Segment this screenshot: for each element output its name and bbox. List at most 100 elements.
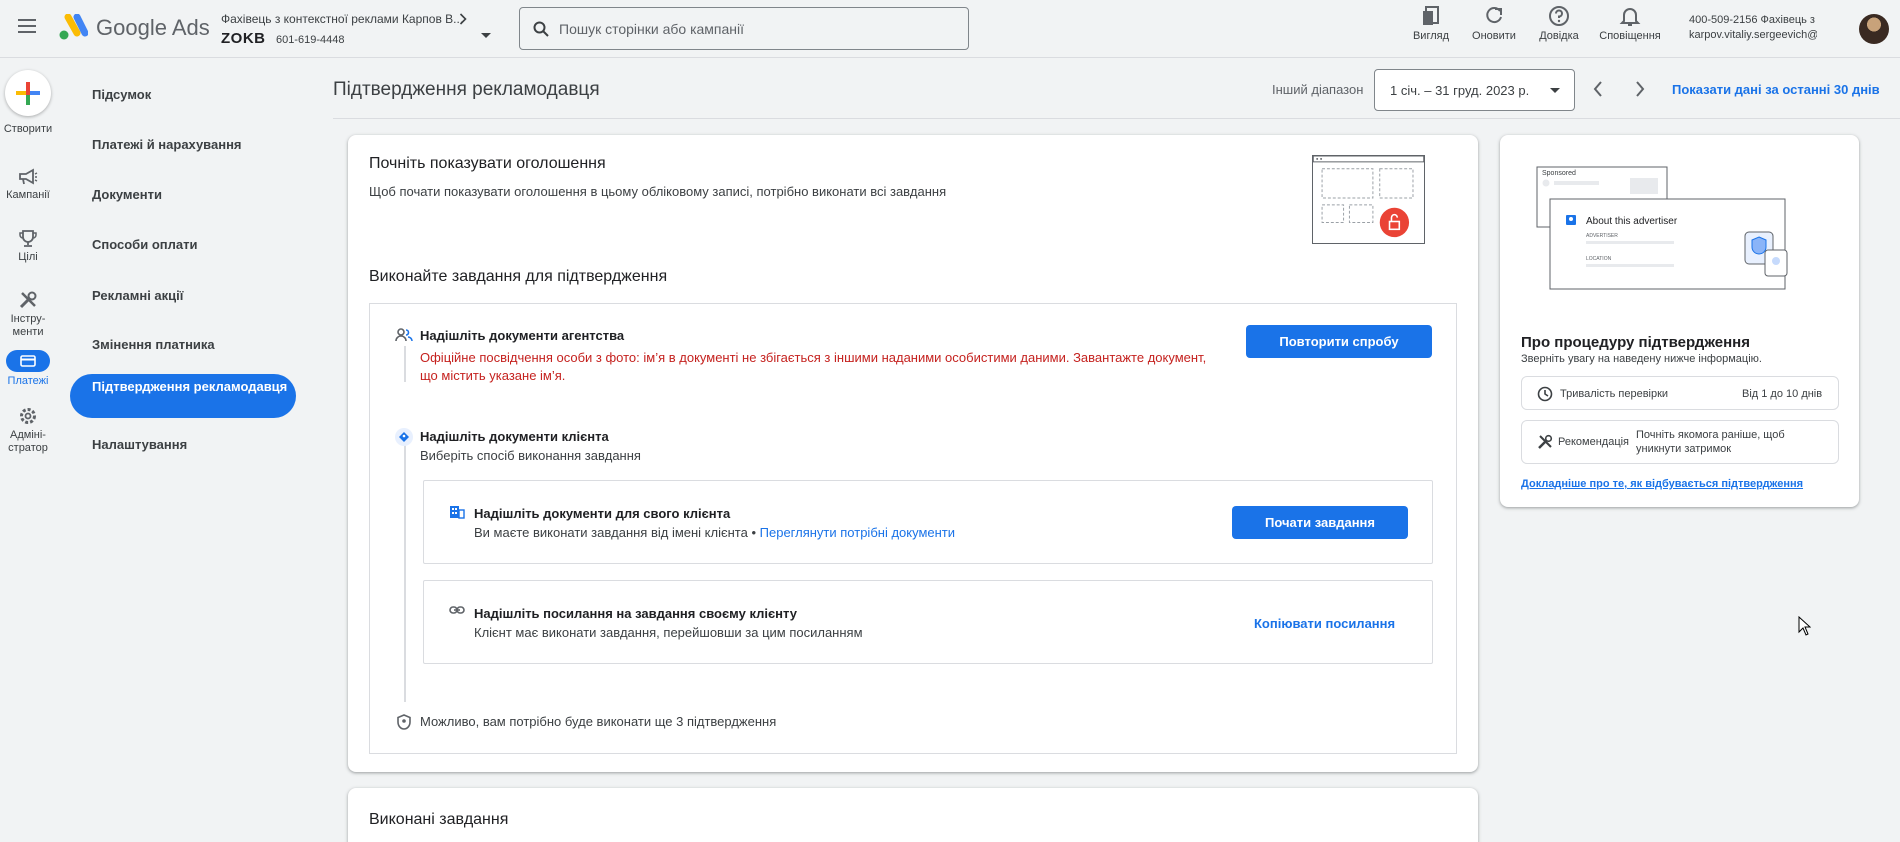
divider [333,118,1900,119]
user-email: karpov.vitaliy.sergeevich@gm... [1689,29,1817,41]
verification-card: Почніть показувати оголошення Щоб почати… [348,135,1478,772]
completed-tasks-card: Виконані завдання [348,788,1478,842]
option1-text: Ви маєте виконати завдання від імені клі… [474,525,955,540]
view-required-documents-link[interactable]: Переглянути потрібні документи [760,525,955,540]
task-agency-error-message: Офіційне посвідчення особи з фото: ім’я … [420,350,1207,383]
help-label: Довідка [1539,30,1579,42]
chevron-right-icon[interactable] [459,13,467,25]
agency-users-icon [395,328,413,342]
rail-item-goals[interactable]: Цілі [0,229,56,264]
about-verification-title: Про процедуру підтвердження [1521,334,1750,351]
subnav-item-settings[interactable]: Налаштування [70,436,296,454]
subnav-item-transactions[interactable]: Платежі й нарахування [70,136,296,154]
option-send-link-to-client: Надішліть посилання на завдання своєму к… [423,580,1433,664]
account-switcher[interactable]: Фахівець з контекстної реклами Карпов В.… [221,12,463,48]
search-icon [533,21,549,37]
google-ads-logo-icon [59,14,88,40]
billing-icon [20,355,36,367]
previous-period-icon[interactable] [1592,80,1604,98]
subnav-item-documents[interactable]: Документи [70,186,296,204]
option2-title: Надішліть посилання на завдання своєму к… [474,606,797,621]
create-button[interactable] [5,70,51,116]
building-icon [450,506,465,519]
option-send-client-documents: Надішліть документи для свого клієнта Ви… [423,480,1433,564]
account-code: ZOKB [221,30,266,47]
notifications-button[interactable]: Сповіщення [1597,5,1663,42]
trophy-icon [19,230,37,247]
rail-label-goals: Цілі [18,251,38,263]
info-row-recommendation: Рекомендація Почніть якомога раніше, щоб… [1521,420,1839,464]
learn-more-verification-link[interactable]: Докладніше про те, як відбувається підтв… [1521,478,1803,490]
date-range-label: Інший діапазон [1272,82,1364,97]
task-connector [404,444,406,702]
link-icon [449,606,465,614]
option2-text: Клієнт має виконати завдання, перейшовши… [474,625,863,640]
appearance-icon [1423,6,1439,25]
mouse-cursor-icon [1798,616,1811,636]
illus-advertiser-label: ADVERTISER [1586,233,1618,239]
copy-link-button[interactable]: Копіювати посилання [1254,616,1395,631]
appearance-label: Вигляд [1412,30,1450,42]
dropdown-caret-icon [1550,88,1560,93]
about-advertiser-illustration: Sponsored About this advertiser ADVERTIS… [1536,166,1788,290]
product-name: Google Ads [96,15,210,40]
bell-icon [1619,8,1641,26]
refresh-icon [1486,7,1502,24]
account-name: Фахівець з контекстної реклами Карпов В.… [221,12,464,26]
ads-locked-illustration [1312,155,1425,244]
illus-about-advertiser-text: About this advertiser [1586,216,1678,227]
page-title: Підтвердження рекламодавця [333,79,600,100]
user-account-info[interactable]: 400-509-2156 Фахівець з кон... karpov.vi… [1689,13,1817,43]
next-period-icon[interactable] [1634,80,1646,98]
tools-icon [1538,434,1553,449]
duration-value: Від 1 до 10 днів [1742,388,1823,400]
client-tag-icon [395,428,413,446]
recommendation-label: Рекомендація [1558,436,1630,448]
rail-label-campaigns: Кампанії [6,189,50,201]
billing-pill [6,350,50,372]
avatar[interactable] [1859,14,1889,44]
search-input[interactable] [559,20,949,37]
start-task-button[interactable]: Почати завдання [1232,506,1408,539]
appearance-button[interactable]: Вигляд [1398,5,1464,42]
tasks-list: Надішліть документи агентства Офіційне п… [369,303,1457,754]
additional-verifications-note: Можливо, вам потрібно буде виконати ще 3… [420,714,777,729]
retry-button[interactable]: Повторити спробу [1246,325,1432,358]
subnav-item-summary[interactable]: Підсумок [70,86,296,104]
date-range-value: 1 січ. – 31 груд. 2023 р. [1390,83,1530,98]
date-range-picker[interactable]: 1 січ. – 31 груд. 2023 р. [1374,69,1575,111]
rail-item-campaigns[interactable]: Кампанії [0,168,56,202]
subnav-item-promotions[interactable]: Рекламні акції [70,287,296,305]
task-connector [404,346,406,382]
google-ads-logo[interactable]: Google Ads [58,14,210,42]
subnav-item-payment-methods[interactable]: Способи оплати [70,236,296,254]
user-account-line: 400-509-2156 Фахівець з кон... [1689,14,1817,26]
rail-label-tools: Інстру-менти [10,313,46,338]
rail-label-admin: Адміні-стратор [8,429,48,454]
account-dropdown-icon[interactable] [481,33,491,38]
rail-label-billing: Платежі [7,375,49,387]
card-title: Почніть показувати оголошення [369,155,606,172]
top-bar: Google Ads Фахівець з контекстної реклам… [0,0,1900,58]
help-button[interactable]: Довідка [1526,5,1592,42]
clock-icon [1537,386,1553,402]
subnav-item-change-payer[interactable]: Змінення платника [70,336,296,354]
tools-icon [19,291,37,309]
notifications-label: Сповіщення [1599,30,1661,42]
help-icon [1549,6,1569,26]
megaphone-icon [19,168,38,185]
rail-item-tools[interactable]: Інстру-менти [0,290,56,339]
plus-icon [16,82,40,105]
completed-tasks-title: Виконані завдання [369,811,509,828]
task-client-subtitle: Виберіть спосіб виконання завдання [420,448,641,463]
gear-icon [20,408,36,424]
illus-location-label: LOCATION [1586,256,1612,262]
menu-icon[interactable] [18,19,36,33]
rail-item-admin[interactable]: Адміні-стратор [0,406,56,455]
show-last-30-days-link[interactable]: Показати дані за останні 30 днів [1672,82,1880,97]
rail-item-billing[interactable]: Платежі [0,350,56,388]
refresh-label: Оновити [1472,30,1516,42]
subnav-item-advertiser-verification[interactable]: Підтвердження рекламодавця [70,374,296,418]
search-box[interactable] [519,7,969,50]
refresh-button[interactable]: Оновити [1461,5,1527,42]
